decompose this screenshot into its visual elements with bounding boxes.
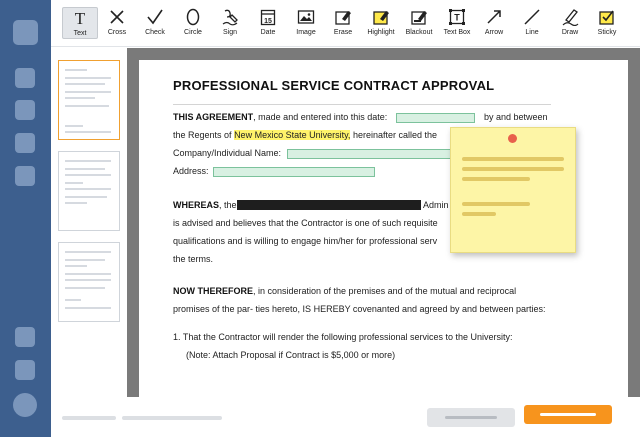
date-icon-number: 15	[264, 18, 272, 25]
footer-bar	[51, 397, 640, 437]
nav-logo[interactable]	[13, 20, 38, 45]
text-box-tool-button[interactable]: T Text Box	[439, 7, 475, 39]
image-tool-button[interactable]: Image	[288, 7, 324, 39]
pin-icon	[508, 134, 517, 143]
blackout-redaction[interactable]	[237, 200, 421, 210]
whereas-line-4: the terms.	[173, 254, 214, 264]
text-icon: T	[71, 8, 89, 28]
tool-label: Date	[260, 29, 276, 36]
date-icon: 15	[260, 7, 276, 27]
tool-label: Circle	[184, 29, 202, 36]
company-name-field[interactable]	[287, 149, 455, 159]
tool-label: Highlight	[367, 29, 395, 36]
page-thumbnail-1[interactable]	[58, 60, 120, 140]
erase-icon	[334, 7, 352, 27]
svg-text:T: T	[75, 9, 86, 27]
cross-icon	[109, 7, 125, 27]
nav-item-6[interactable]	[15, 360, 35, 380]
page-thumbnail-3[interactable]	[58, 242, 120, 322]
avatar[interactable]	[13, 393, 37, 417]
tool-label: Line	[525, 29, 539, 36]
text-box-glyph: T	[454, 13, 460, 23]
now-therefore-line-2: promises of the par- ties hereto, IS HER…	[173, 304, 546, 314]
circle-tool-button[interactable]: Circle	[175, 7, 211, 39]
text-box-icon: T	[448, 7, 466, 27]
date-tool-button[interactable]: 15 Date	[250, 7, 286, 39]
whereas-line-end: Admin	[423, 200, 449, 210]
title-divider	[173, 104, 551, 105]
whereas-line-2: is advised and believes that the Contrac…	[173, 218, 438, 228]
image-icon	[297, 7, 315, 27]
tool-label: Check	[145, 29, 165, 36]
highlighted-text: New Mexico State University,	[234, 130, 351, 140]
tool-label: Erase	[333, 29, 353, 36]
arrow-tool-button[interactable]: Arrow	[476, 7, 512, 39]
regents-line: the Regents of New Mexico State Universi…	[173, 130, 438, 140]
page-thumbnails	[51, 48, 127, 397]
tool-label: Text	[73, 30, 87, 37]
arrow-icon	[485, 7, 503, 27]
sticky-tool-button[interactable]: Sticky	[589, 7, 625, 39]
document-title: PROFESSIONAL SERVICE CONTRACT APPROVAL	[173, 78, 495, 93]
agreement-line-end: by and between	[484, 112, 548, 122]
now-therefore-line: NOW THEREFORE, in consideration of the p…	[173, 286, 517, 296]
tool-label: Blackout	[405, 29, 433, 36]
draw-tool-button[interactable]: Draw	[552, 7, 588, 39]
nav-item-2[interactable]	[15, 100, 35, 120]
clause-1: 1. That the Contractor will render the f…	[173, 332, 513, 342]
tool-label: Arrow	[484, 29, 504, 36]
date-field[interactable]	[396, 113, 475, 123]
nav-item-1[interactable]	[15, 68, 35, 88]
tool-label: Cross	[107, 29, 127, 36]
secondary-button[interactable]	[427, 408, 515, 427]
annotation-toolbar: T Text Cross Check Circle Sign 15 Date I…	[51, 0, 640, 47]
tool-label: Sticky	[597, 29, 617, 36]
left-nav-rail	[0, 0, 51, 437]
pdf-editor: T Text Cross Check Circle Sign 15 Date I…	[0, 0, 640, 437]
highlight-icon	[372, 7, 390, 27]
nav-item-4[interactable]	[15, 166, 35, 186]
address-label: Address:	[173, 166, 209, 176]
line-tool-button[interactable]: Line	[514, 7, 550, 39]
draw-icon	[561, 7, 579, 27]
footer-placeholder-2	[122, 416, 222, 420]
sign-tool-button[interactable]: Sign	[212, 7, 248, 39]
blackout-icon	[410, 7, 428, 27]
check-icon	[146, 7, 164, 27]
footer-placeholder-1	[62, 416, 116, 420]
text-tool-button[interactable]: T Text	[62, 7, 98, 39]
blackout-tool-button[interactable]: Blackout	[401, 7, 437, 39]
line-icon	[523, 7, 541, 27]
check-tool-button[interactable]: Check	[137, 7, 173, 39]
page-thumbnail-2[interactable]	[58, 151, 120, 231]
whereas-line-3: qualifications and is willing to engage …	[173, 236, 438, 246]
address-field[interactable]	[213, 167, 375, 177]
nav-item-5[interactable]	[15, 327, 35, 347]
circle-icon	[185, 7, 201, 27]
agreement-line: THIS AGREEMENT, made and entered into th…	[173, 112, 388, 122]
clause-1-note: (Note: Attach Proposal if Contract is $5…	[186, 350, 396, 360]
tool-label: Draw	[561, 29, 579, 36]
tool-label: Image	[296, 29, 316, 36]
whereas-line: WHEREAS, the	[173, 200, 237, 210]
primary-button[interactable]	[524, 405, 612, 424]
erase-tool-button[interactable]: Erase	[325, 7, 361, 39]
sticky-icon	[598, 7, 616, 27]
company-name-label: Company/Individual Name:	[173, 148, 282, 158]
cross-tool-button[interactable]: Cross	[99, 7, 135, 39]
nav-item-3[interactable]	[15, 133, 35, 153]
sign-icon	[221, 7, 239, 27]
tool-label: Sign	[222, 29, 237, 36]
highlight-tool-button[interactable]: Highlight	[363, 7, 399, 39]
sticky-note[interactable]	[450, 127, 576, 253]
tool-label: Text Box	[443, 29, 471, 36]
